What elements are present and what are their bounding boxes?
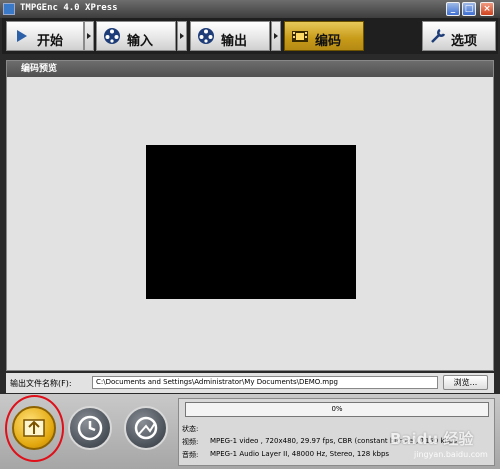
wrench-icon bbox=[431, 28, 446, 43]
audio-label: 音频: bbox=[182, 451, 199, 459]
tab-output[interactable]: 输出 bbox=[190, 21, 270, 51]
batch-encode-button[interactable] bbox=[124, 406, 168, 450]
output-file-row: 输出文件名称(F): C:\Documents and Settings\Adm… bbox=[6, 373, 494, 393]
encode-progress-bar: 0% bbox=[185, 402, 489, 417]
highlight-annotation bbox=[5, 395, 64, 462]
tab-next-arrow bbox=[84, 21, 94, 51]
audio-value: MPEG-1 Audio Layer II, 48000 Hz, Stereo,… bbox=[210, 450, 390, 458]
tab-encode[interactable]: 编码 bbox=[284, 21, 364, 51]
output-file-label: 输出文件名称(F): bbox=[10, 379, 72, 388]
status-audio: 音频: MPEG-1 Audio Layer II, 48000 Hz, Ste… bbox=[182, 450, 389, 460]
state-label: 状态: bbox=[182, 425, 199, 433]
app-icon bbox=[3, 3, 15, 15]
watermark-logo: Baidu 经验 bbox=[390, 430, 474, 448]
status-video: 视频: MPEG-1 video , 720x480, 29.97 fps, C… bbox=[182, 437, 457, 447]
batch-encode-icon bbox=[134, 416, 158, 440]
timer-button[interactable] bbox=[68, 406, 112, 450]
minimize-button[interactable]: _ bbox=[446, 2, 460, 16]
options-button[interactable]: 选项 bbox=[422, 21, 496, 51]
close-button[interactable]: × bbox=[480, 2, 494, 16]
tab-encode-label: 编码 bbox=[315, 34, 342, 49]
tab-start[interactable]: 开始 bbox=[6, 21, 84, 51]
panel-title: 编码预览 bbox=[7, 61, 493, 77]
tab-next-arrow bbox=[271, 21, 281, 51]
tab-input-label: 输入 bbox=[127, 34, 154, 49]
options-label: 选项 bbox=[451, 34, 478, 49]
film-reel-icon bbox=[104, 28, 120, 44]
status-state: 状态: bbox=[182, 424, 198, 434]
film-strip-icon bbox=[292, 31, 308, 42]
browse-button[interactable]: 浏览... bbox=[443, 375, 488, 390]
encode-preview-panel: 编码预览 bbox=[6, 60, 494, 371]
film-reel-icon bbox=[198, 28, 214, 44]
title-bar: TMPGEnc 4.0 XPress _ □ × bbox=[0, 0, 500, 18]
maximize-button[interactable]: □ bbox=[462, 2, 476, 16]
play-icon bbox=[17, 30, 27, 42]
tab-output-label: 输出 bbox=[221, 34, 248, 49]
video-label: 视频: bbox=[182, 438, 199, 446]
clock-icon bbox=[77, 415, 103, 441]
step-toolbar: 开始 输入 输出 编码 选项 bbox=[2, 18, 498, 54]
tab-next-arrow bbox=[177, 21, 187, 51]
tab-input[interactable]: 输入 bbox=[96, 21, 176, 51]
app-window: TMPGEnc 4.0 XPress _ □ × 开始 输入 输出 编码 选项 bbox=[0, 0, 500, 469]
output-file-input[interactable]: C:\Documents and Settings\Administrator\… bbox=[92, 376, 438, 389]
window-title: TMPGEnc 4.0 XPress bbox=[20, 3, 118, 13]
video-preview bbox=[146, 145, 356, 299]
watermark-url: jingyan.baidu.com bbox=[414, 450, 488, 459]
tab-start-label: 开始 bbox=[37, 34, 64, 49]
